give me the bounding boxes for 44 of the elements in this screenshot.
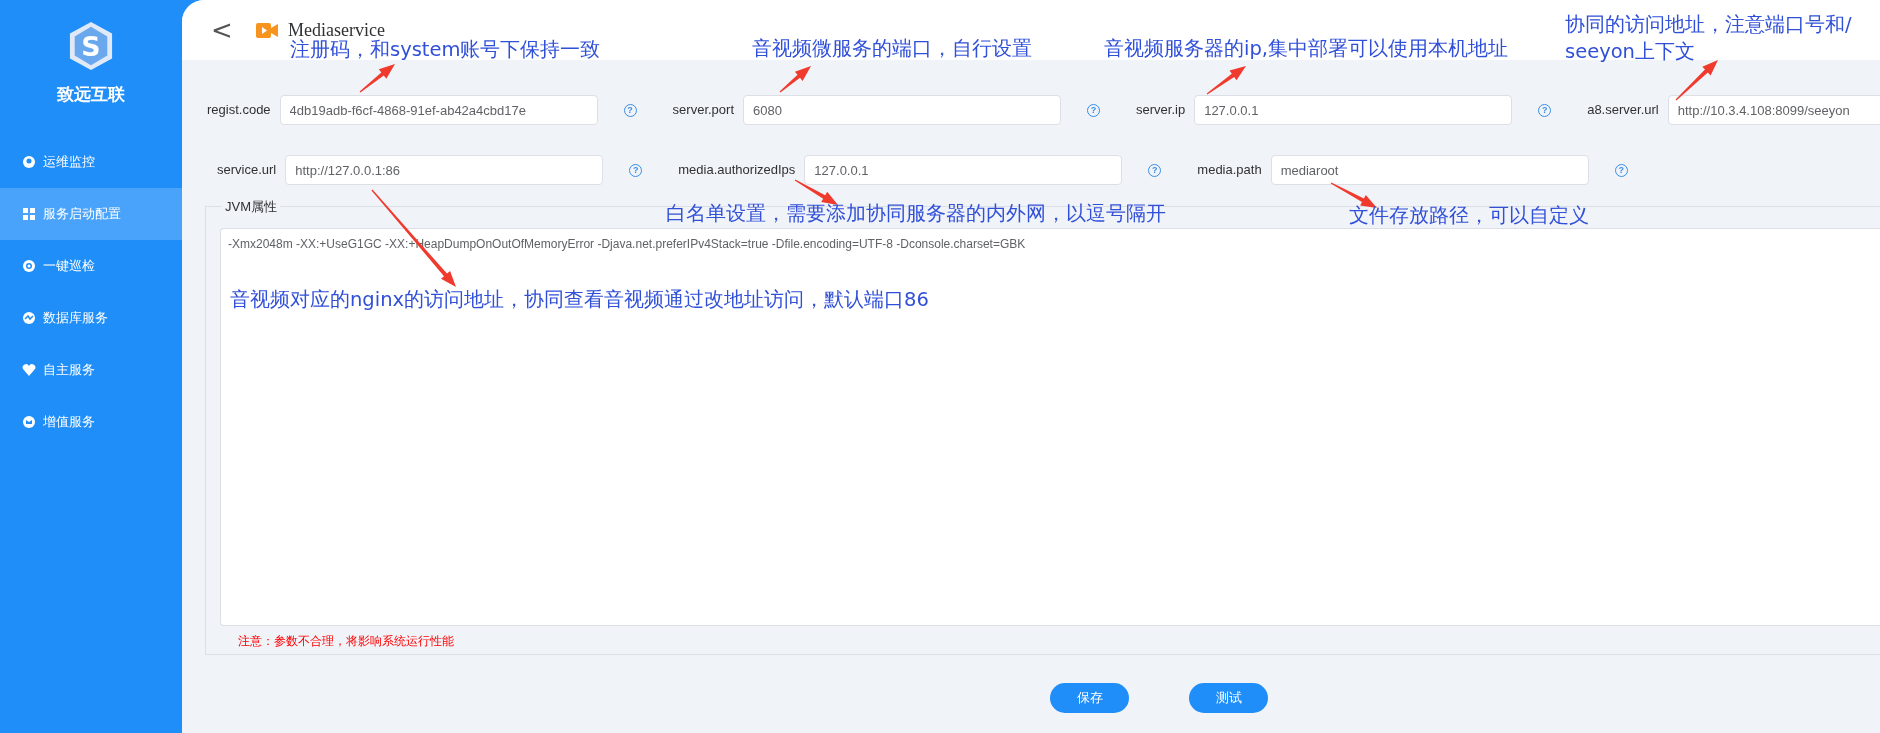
annotation-text: 白名单设置，需要添加协同服务器的内外网，以逗号隔开 <box>666 201 1166 227</box>
arrow <box>794 179 838 205</box>
annotation-text: 音视频对应的nginx的访问地址，协同查看音视频通过改地址访问，默认端口86 <box>230 287 929 313</box>
sidebar-item[interactable]: 服务启动配置 <box>0 188 182 240</box>
field-label: server.port <box>672 101 734 120</box>
brand-name: 致远互联 <box>57 83 125 106</box>
page-title: Mediaservice <box>288 18 385 40</box>
arrow <box>779 66 811 93</box>
sidebar-item[interactable]: 增值服务 <box>0 396 182 448</box>
text-field[interactable]: http://10.3.4.108:8099/seeyon <box>1667 95 1880 125</box>
arrow <box>1675 60 1718 101</box>
arrow <box>359 64 395 93</box>
warning-text: 注意：参数不合理，将影响系统运行性能 <box>238 633 455 650</box>
text-field[interactable]: 4db19adb-f6cf-4868-91ef-ab42a4cbd17e <box>279 95 598 125</box>
field-label: media.path <box>1197 161 1262 180</box>
text-field[interactable]: mediaroot <box>1270 155 1589 185</box>
test-button[interactable]: 测试 <box>1189 683 1268 713</box>
field-label: a8.server.url <box>1587 101 1659 120</box>
field-label: media.authorizedIps <box>678 161 796 180</box>
heart-icon <box>22 363 36 377</box>
panel-legend: JVM属性 <box>222 200 280 213</box>
text-field[interactable]: 6080 <box>743 95 1061 125</box>
text-field[interactable]: http://127.0.0.1:86 <box>285 155 604 185</box>
sidebar-item[interactable]: 自主服务 <box>0 344 182 396</box>
field-label: server.ip <box>1136 101 1186 120</box>
sidebar-item[interactable]: 运维监控 <box>0 136 182 188</box>
save-button[interactable]: 保存 <box>1050 683 1129 713</box>
annotation-text: 音视频微服务的端口，自行设置 <box>752 36 1032 62</box>
text-field[interactable]: 127.0.0.1 <box>1194 95 1513 125</box>
video-camera-icon <box>256 22 278 38</box>
annotation-text: 音视频服务器的ip,集中部署可以使用本机地址 <box>1104 36 1508 62</box>
annotation-text: 注册码，和system账号下保持一致 <box>290 37 601 63</box>
annotation-text: 协同的访问地址，注意端口号和/ seeyon上下文 <box>1565 12 1852 65</box>
field-label: regist.code <box>207 101 271 120</box>
target-icon <box>22 259 36 273</box>
back-button[interactable]: < <box>208 17 236 43</box>
arrow <box>1206 66 1246 95</box>
annotation-text: 文件存放路径，可以自定义 <box>1349 203 1589 229</box>
field-label: service.url <box>217 161 277 180</box>
sidebar-item[interactable]: 一键巡检 <box>0 240 182 292</box>
text-field[interactable]: 127.0.0.1 <box>804 155 1123 185</box>
sidebar-item[interactable]: 数据库服务 <box>0 292 182 344</box>
chart-icon <box>22 311 36 325</box>
grid-icon <box>22 207 36 221</box>
